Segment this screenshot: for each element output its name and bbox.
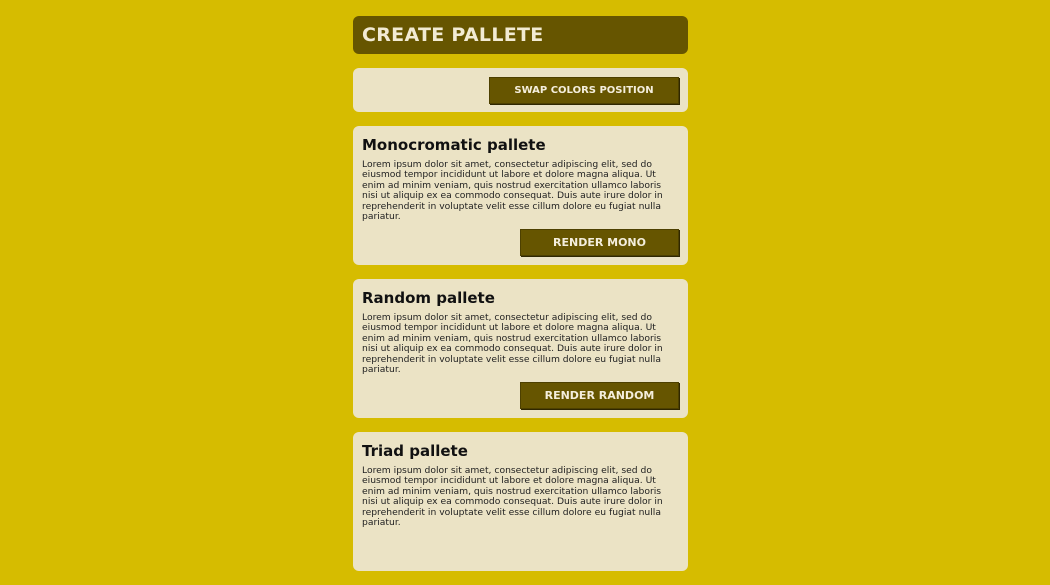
monochromatic-palette-card: Monocromatic pallete Lorem ipsum dolor s… <box>353 126 688 265</box>
swap-colors-button[interactable]: SWAP COLORS POSITION <box>489 76 679 104</box>
palette-description: Lorem ipsum dolor sit amet, consectetur … <box>362 159 663 223</box>
palette-title: Monocromatic pallete <box>362 136 546 154</box>
swap-card: SWAP COLORS POSITION <box>353 68 688 112</box>
palette-title: Triad pallete <box>362 442 468 460</box>
render-mono-button[interactable]: RENDER MONO <box>520 229 679 256</box>
triad-palette-card: Triad pallete Lorem ipsum dolor sit amet… <box>353 432 688 571</box>
render-random-button[interactable]: RENDER RANDOM <box>520 382 679 409</box>
page-header: CREATE PALLETE <box>353 16 688 54</box>
palette-title: Random pallete <box>362 289 495 307</box>
palette-description: Lorem ipsum dolor sit amet, consectetur … <box>362 465 663 529</box>
random-palette-card: Random pallete Lorem ipsum dolor sit ame… <box>353 279 688 418</box>
palette-description: Lorem ipsum dolor sit amet, consectetur … <box>362 312 663 376</box>
page-title: CREATE PALLETE <box>362 24 544 46</box>
